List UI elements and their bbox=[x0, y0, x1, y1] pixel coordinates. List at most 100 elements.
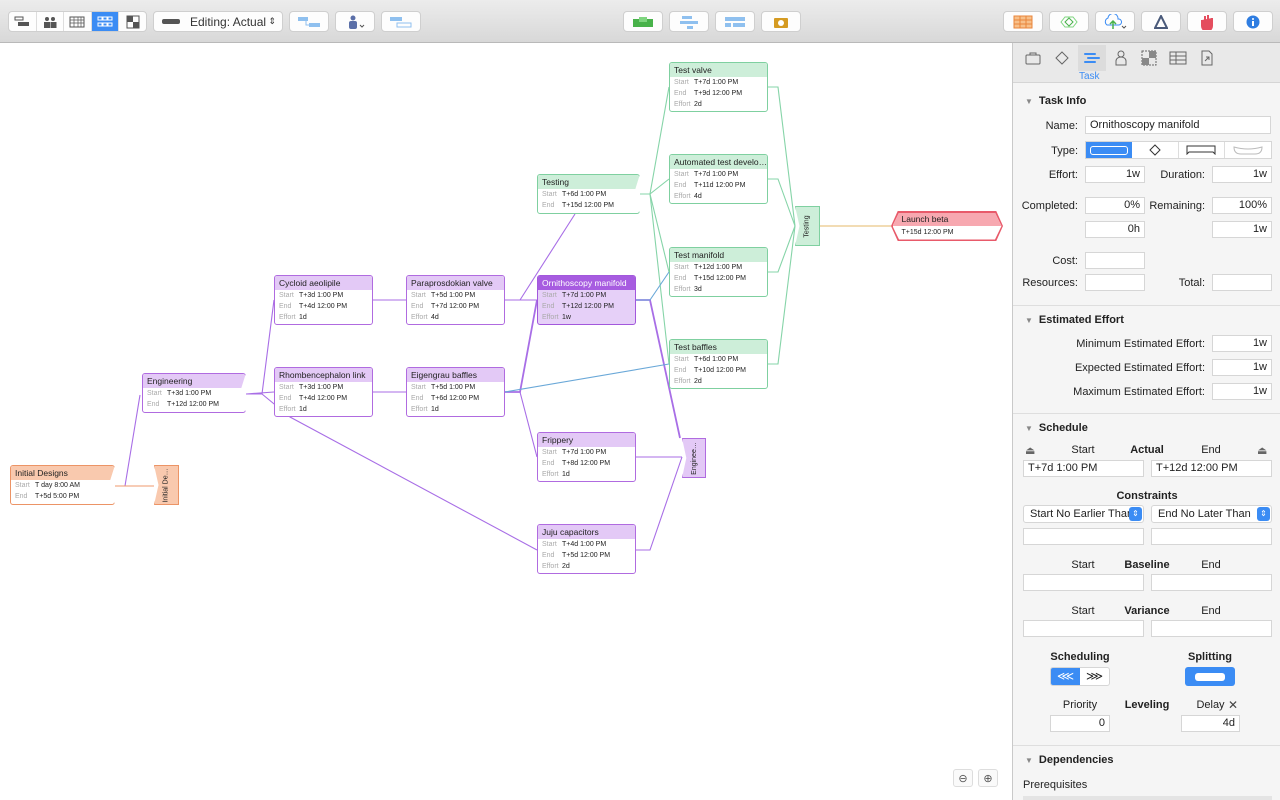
type-task-option[interactable] bbox=[1086, 142, 1132, 158]
max-effort-field[interactable]: 1w bbox=[1212, 383, 1272, 400]
resource-view-button[interactable] bbox=[37, 12, 65, 31]
indent-button[interactable] bbox=[715, 11, 755, 32]
assign-resource-button[interactable] bbox=[335, 11, 375, 32]
task-node-rhomb[interactable]: Rhombencephalon link Start T+3d 1:00 PM End… bbox=[274, 367, 373, 417]
connect-tasks-button[interactable] bbox=[289, 11, 329, 32]
remaining-time-field[interactable]: 1w bbox=[1212, 221, 1272, 238]
task-node-testing[interactable]: Testing Start T+6d 1:00 PM End T+15d 12:00 P… bbox=[537, 174, 640, 214]
scheduling-segmented[interactable]: ⋘ ⋙ bbox=[1050, 667, 1110, 686]
estimated-effort-header[interactable]: ▼ Estimated Effort bbox=[1025, 314, 1124, 326]
remaining-percent-field[interactable]: 100% bbox=[1212, 197, 1272, 214]
schedule-header[interactable]: ▼ Schedule bbox=[1025, 422, 1088, 434]
task-node-engineering[interactable]: Engineering Start T+3d 1:00 PM End T+12d 12:… bbox=[142, 373, 246, 413]
dependency-link[interactable] bbox=[768, 178, 796, 227]
dependency-link[interactable] bbox=[768, 225, 796, 365]
type-milestone-option[interactable] bbox=[1132, 142, 1179, 158]
dependency-link[interactable] bbox=[246, 393, 538, 551]
task-name-field[interactable]: Ornithoscopy manifold bbox=[1085, 116, 1271, 134]
constraint-start-field[interactable] bbox=[1023, 528, 1144, 545]
resources-field[interactable] bbox=[1085, 274, 1145, 291]
effort-field[interactable]: 1w bbox=[1085, 166, 1145, 183]
task-node-initial-designs[interactable]: Initial Designs Start T day 8:00 AM End T+5d… bbox=[10, 465, 115, 505]
completed-percent-field[interactable]: 0% bbox=[1085, 197, 1145, 214]
actual-end-field[interactable]: T+12d 12:00 PM bbox=[1151, 460, 1272, 477]
dependency-link[interactable] bbox=[505, 299, 538, 393]
tab-export[interactable] bbox=[1195, 47, 1219, 69]
baseline-button[interactable] bbox=[381, 11, 421, 32]
level-resources-button[interactable] bbox=[623, 11, 663, 32]
dependency-link[interactable] bbox=[636, 271, 670, 301]
stop-button[interactable] bbox=[1187, 11, 1227, 32]
dependency-link[interactable] bbox=[636, 456, 683, 551]
add-task-button[interactable] bbox=[669, 11, 709, 32]
clear-delay-icon[interactable]: ✕ bbox=[1228, 698, 1238, 712]
expected-effort-field[interactable]: 1w bbox=[1212, 359, 1272, 376]
variance-start-field[interactable] bbox=[1023, 620, 1144, 637]
dependency-link[interactable] bbox=[115, 394, 141, 487]
task-node-frippery[interactable]: Frippery Start T+7d 1:00 PM End T+8d 12:00 P… bbox=[537, 432, 636, 482]
tab-task[interactable] bbox=[1078, 45, 1106, 71]
constraint-end-field[interactable] bbox=[1151, 528, 1272, 545]
tab-columns[interactable] bbox=[1166, 47, 1190, 69]
constraint-end-select[interactable]: End No Later Than ⇕ bbox=[1151, 505, 1272, 523]
baseline-end-field[interactable] bbox=[1151, 574, 1272, 591]
tab-project[interactable] bbox=[1021, 47, 1045, 69]
task-node-test-valve[interactable]: Test valve Start T+7d 1:00 PM End T+9d 12:00… bbox=[669, 62, 768, 112]
milestone-launch-beta[interactable]: Launch beta T+15d 12:00 PM bbox=[891, 211, 1003, 241]
alap-option[interactable]: ⋙ bbox=[1080, 668, 1109, 685]
editing-mode-select[interactable]: Editing: Actual ⇕ bbox=[153, 11, 283, 32]
type-group-option[interactable] bbox=[1179, 142, 1226, 158]
tab-milestone[interactable] bbox=[1050, 47, 1074, 69]
zoom-in-button[interactable]: ⊕ bbox=[978, 769, 998, 787]
task-node-eigengrau[interactable]: Eigengrau baffles Start T+5d 1:00 PM End T+6… bbox=[406, 367, 505, 417]
task-node-ornithoscopy[interactable]: Ornithoscopy manifold Start T+7d 1:00 PM En… bbox=[537, 275, 636, 325]
network-view-button[interactable] bbox=[91, 12, 120, 31]
duration-field[interactable]: 1w bbox=[1212, 166, 1272, 183]
actual-start-field[interactable]: T+7d 1:00 PM bbox=[1023, 460, 1144, 477]
task-info-header[interactable]: ▼ Task Info bbox=[1025, 95, 1086, 107]
task-node-paraprosdokian[interactable]: Paraprosdokian valve Start T+5d 1:00 PM End… bbox=[406, 275, 505, 325]
prerequisites-table[interactable] bbox=[1023, 796, 1272, 800]
total-field[interactable] bbox=[1212, 274, 1272, 291]
dependency-link[interactable] bbox=[504, 363, 670, 393]
dependency-link[interactable] bbox=[640, 178, 670, 195]
lock-start-icon[interactable]: ⏏ bbox=[1025, 444, 1035, 457]
dependency-link[interactable] bbox=[768, 225, 796, 273]
completed-time-field[interactable]: 0h bbox=[1085, 221, 1145, 238]
info-button[interactable] bbox=[1233, 11, 1273, 32]
task-node-test-baffles[interactable]: Test baffles Start T+6d 1:00 PM End T+10d 12… bbox=[669, 339, 768, 389]
publish-button[interactable] bbox=[1095, 11, 1135, 32]
dependency-link[interactable] bbox=[505, 391, 538, 458]
task-node-cycloid[interactable]: Cycloid aeolipile Start T+3d 1:00 PM End T+4… bbox=[274, 275, 373, 325]
task-node-test-manifold[interactable]: Test manifold Start T+12d 1:00 PM End T+15d … bbox=[669, 247, 768, 297]
constraint-start-select[interactable]: Start No Earlier Than ⇕ bbox=[1023, 505, 1144, 523]
delay-field[interactable]: 4d bbox=[1181, 715, 1240, 732]
table-button[interactable] bbox=[1003, 11, 1043, 32]
zoom-out-button[interactable]: ⊖ bbox=[953, 769, 973, 787]
task-node-juju[interactable]: Juju capacitors Start T+4d 1:00 PM End T+5d … bbox=[537, 524, 636, 574]
task-node-auto-test[interactable]: Automated test develo… Start T+7d 1:00 PM E… bbox=[669, 154, 768, 204]
dependency-link[interactable] bbox=[768, 86, 796, 227]
dependencies-header[interactable]: ▼ Dependencies bbox=[1025, 754, 1114, 766]
type-segmented[interactable] bbox=[1085, 141, 1272, 159]
view-mode-segmented[interactable] bbox=[8, 11, 147, 32]
lock-end-icon[interactable]: ⏏ bbox=[1257, 444, 1267, 457]
asap-option[interactable]: ⋘ bbox=[1051, 668, 1080, 685]
tab-resource[interactable] bbox=[1109, 47, 1133, 69]
min-effort-field[interactable]: 1w bbox=[1212, 335, 1272, 352]
splitting-toggle[interactable] bbox=[1185, 667, 1235, 686]
delta-button[interactable] bbox=[1141, 11, 1181, 32]
network-canvas[interactable]: Initial Designs Start T day 8:00 AM End T+5d… bbox=[0, 43, 1012, 800]
variance-end-field[interactable] bbox=[1151, 620, 1272, 637]
milestone-button[interactable] bbox=[1049, 11, 1089, 32]
cost-field[interactable] bbox=[1085, 252, 1145, 269]
dependency-link[interactable] bbox=[246, 299, 275, 395]
calendar-view-button[interactable] bbox=[64, 12, 92, 31]
snapshot-button[interactable] bbox=[761, 11, 801, 32]
priority-field[interactable]: 0 bbox=[1050, 715, 1110, 732]
styles-view-button[interactable] bbox=[119, 12, 146, 31]
tab-styles[interactable] bbox=[1137, 47, 1161, 69]
baseline-start-field[interactable] bbox=[1023, 574, 1144, 591]
gantt-view-button[interactable] bbox=[9, 12, 37, 31]
dependency-link[interactable] bbox=[640, 86, 670, 195]
